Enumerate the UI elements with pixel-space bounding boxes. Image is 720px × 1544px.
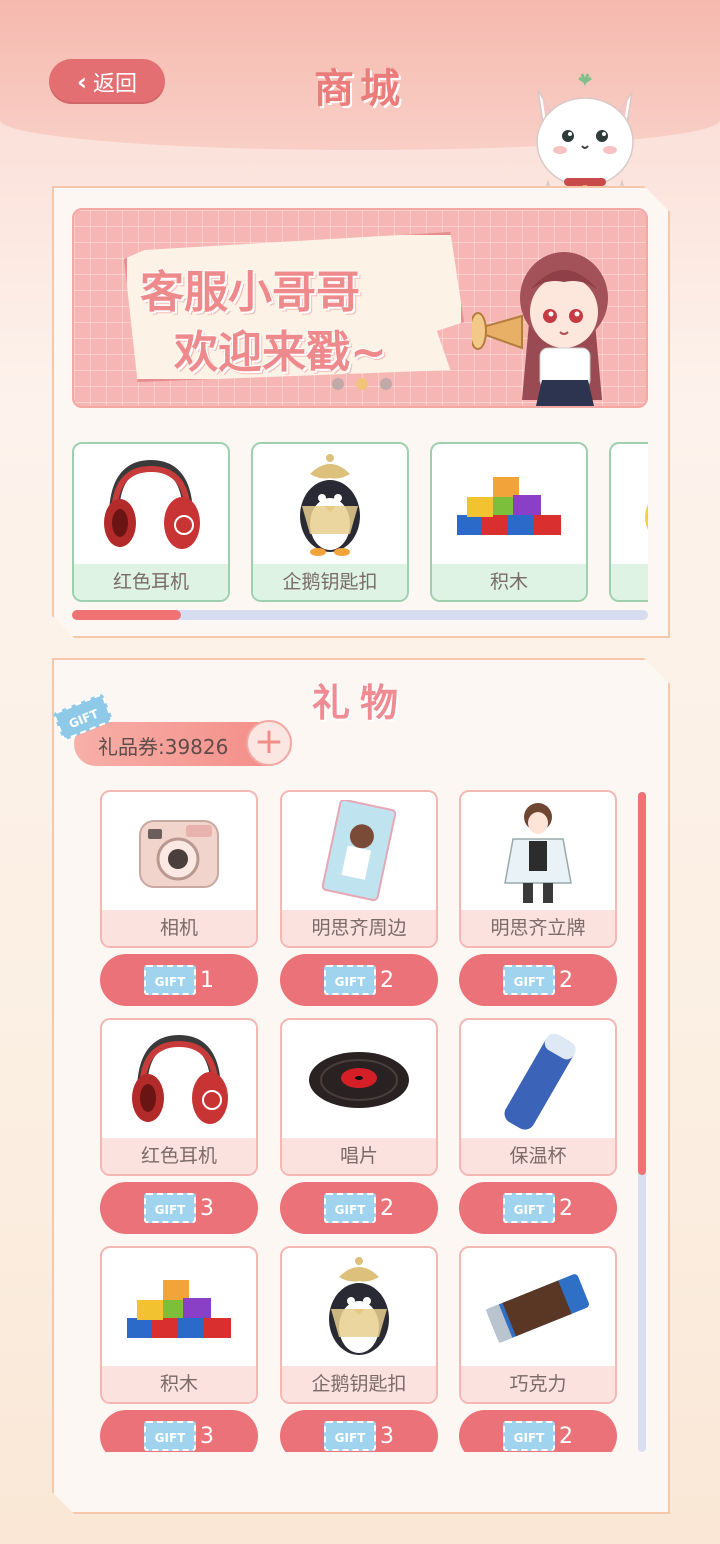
gift-item-label: 保温杯 (461, 1138, 615, 1174)
redeem-button[interactable]: GIFT 1 (100, 954, 258, 1006)
gift-item-label: 企鹅钥匙扣 (282, 1366, 436, 1402)
chocolate-icon (485, 1274, 589, 1344)
gift-price: 2 (380, 1195, 394, 1221)
gift-ticket-icon: GIFT (144, 1193, 196, 1223)
promo-banner[interactable]: 客服小哥哥 欢迎来戳~ (72, 208, 648, 408)
carousel-dot[interactable] (332, 378, 344, 390)
gift-ticket-icon: GIFT (144, 965, 196, 995)
redeem-button[interactable]: GIFT 3 (280, 1410, 438, 1452)
headphones-icon (104, 459, 200, 549)
redeem-button[interactable]: GIFT 2 (280, 1182, 438, 1234)
banner-subtitle: 欢迎来戳~ (174, 327, 387, 378)
vinyl-record-icon (309, 1052, 409, 1108)
featured-item[interactable]: 企鹅钥匙扣 (251, 442, 409, 602)
camera-icon (139, 820, 219, 888)
girl-megaphone-icon (472, 252, 608, 406)
gift-item[interactable]: 保温杯 GIFT 2 (459, 1018, 619, 1234)
banner-title: 客服小哥哥 (140, 267, 360, 318)
gift-grid[interactable]: 相机 GIFT 1 明思齐周边 GIFT 2 明思齐立牌 GIFT 2 红色耳机… (100, 790, 620, 1452)
standee-icon (504, 803, 572, 903)
redeem-button[interactable]: GIFT 2 (459, 954, 617, 1006)
gift-ticket-icon: GIFT (324, 965, 376, 995)
gift-item[interactable]: 唱片 GIFT 2 (280, 1018, 440, 1234)
gift-ticket-icon: GIFT (503, 965, 555, 995)
carousel-dot[interactable] (380, 378, 392, 390)
gift-price: 3 (200, 1195, 214, 1221)
redeem-button[interactable]: GIFT 2 (459, 1410, 617, 1452)
gift-item[interactable]: 积木 GIFT 3 (100, 1246, 260, 1452)
building-blocks-icon (127, 1280, 231, 1338)
gift-item[interactable]: 巧克力 GIFT 2 (459, 1246, 619, 1452)
featured-item[interactable] (609, 442, 648, 602)
gift-item-label: 红色耳机 (102, 1138, 256, 1174)
featured-item[interactable]: 积木 (430, 442, 588, 602)
gift-ticket-icon: GIFT (144, 1421, 196, 1451)
headphones-icon (132, 1034, 228, 1124)
gift-ticket-icon: GIFT (503, 1421, 555, 1451)
carousel-dots[interactable] (332, 378, 392, 390)
redeem-button[interactable]: GIFT 3 (100, 1410, 258, 1452)
ticket-balance-label: 礼品券:39826 (98, 735, 229, 759)
add-tickets-button[interactable]: + (246, 720, 292, 766)
gift-price: 2 (559, 967, 573, 993)
gift-item-label: 巧克力 (461, 1366, 615, 1402)
gift-price: 3 (200, 1423, 214, 1449)
carousel-dot-active[interactable] (356, 378, 368, 390)
gift-item-label: 明思齐周边 (282, 910, 436, 946)
gift-item[interactable]: 企鹅钥匙扣 GIFT 3 (280, 1246, 440, 1452)
featured-row[interactable]: 红色耳机 企鹅钥匙扣 积木 (72, 442, 648, 604)
redeem-button[interactable]: GIFT 2 (459, 1182, 617, 1234)
gift-item[interactable]: 明思齐周边 GIFT 2 (280, 790, 440, 1006)
gift-scrollbar[interactable] (638, 792, 646, 1452)
featured-item-label: 企鹅钥匙扣 (253, 564, 407, 600)
photo-card-icon (321, 800, 397, 902)
featured-scroll-thumb[interactable] (72, 610, 182, 620)
gift-price: 2 (559, 1195, 573, 1221)
gift-ticket-icon: GIFT (324, 1193, 376, 1223)
featured-item-label: 红色耳机 (74, 564, 228, 600)
featured-scrollbar[interactable] (72, 610, 648, 620)
thermos-icon (504, 1033, 576, 1130)
gift-item-label: 积木 (102, 1366, 256, 1402)
gift-price: 3 (380, 1423, 394, 1449)
gift-item-label: 唱片 (282, 1138, 436, 1174)
redeem-button[interactable]: GIFT 3 (100, 1182, 258, 1234)
gift-item-label: 明思齐立牌 (461, 910, 615, 946)
redeem-button[interactable]: GIFT 2 (280, 954, 438, 1006)
gift-price: 2 (559, 1423, 573, 1449)
gift-ticket-icon: GIFT (503, 1193, 555, 1223)
gift-item[interactable]: 红色耳机 GIFT 3 (100, 1018, 260, 1234)
building-blocks-icon (457, 477, 561, 535)
gift-item[interactable]: 相机 GIFT 1 (100, 790, 260, 1006)
penguin-keychain-icon (329, 1257, 389, 1355)
gift-scroll-thumb[interactable] (638, 792, 646, 1175)
gift-price: 2 (380, 967, 394, 993)
gift-ticket-icon: GIFT (324, 1421, 376, 1451)
featured-item-label: 积木 (432, 564, 586, 600)
gift-item-label: 相机 (102, 910, 256, 946)
featured-item-label (611, 564, 648, 600)
featured-item[interactable]: 红色耳机 (72, 442, 230, 602)
gift-item[interactable]: 明思齐立牌 GIFT 2 (459, 790, 619, 1006)
plant-icon (645, 504, 648, 530)
gift-price: 1 (200, 967, 214, 993)
penguin-keychain-icon (300, 454, 360, 556)
